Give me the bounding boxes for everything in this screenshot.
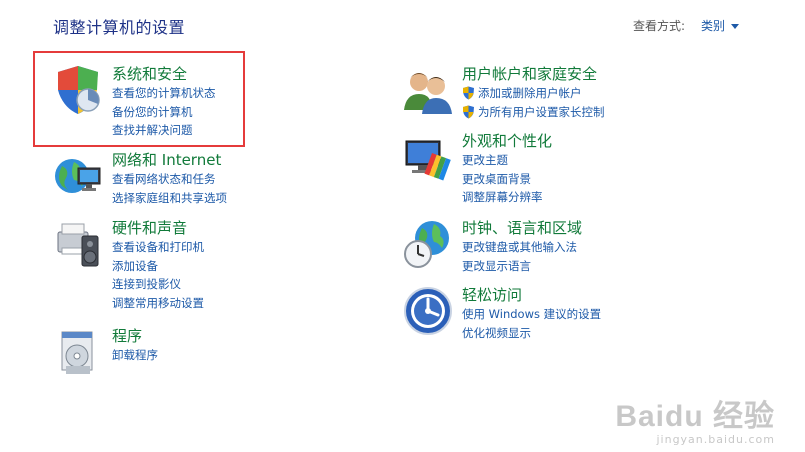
category-title[interactable]: 网络和 Internet: [112, 150, 227, 170]
category-title[interactable]: 时钟、语言和区域: [462, 218, 582, 238]
category-title[interactable]: 硬件和声音: [112, 218, 204, 238]
category-programs: 程序 卸载程序: [52, 326, 158, 378]
link-change-keyboard[interactable]: 更改键盘或其他输入法: [462, 238, 582, 257]
category-title[interactable]: 程序: [112, 326, 158, 346]
link-add-remove-user-accounts[interactable]: 添加或删除用户帐户: [462, 84, 605, 103]
link-windows-recommended-settings[interactable]: 使用 Windows 建议的设置: [462, 305, 601, 324]
category-network-internet: 网络和 Internet 查看网络状态和任务 选择家庭组和共享选项: [52, 150, 227, 207]
ease-of-access-icon: [404, 287, 452, 335]
category-appearance: 外观和个性化 更改主题 更改桌面背景 调整屏幕分辨率: [402, 131, 552, 207]
highlight-box: [33, 51, 245, 147]
link-change-theme[interactable]: 更改主题: [462, 151, 552, 170]
clock-language-icon: [404, 221, 449, 268]
link-mobility-settings[interactable]: 调整常用移动设置: [112, 294, 204, 313]
appearance-icon: [405, 140, 451, 181]
watermark: Baidu 经验 jingyan.baidu.com: [615, 391, 775, 446]
link-add-device[interactable]: 添加设备: [112, 257, 204, 276]
link-adjust-resolution[interactable]: 调整屏幕分辨率: [462, 188, 552, 207]
view-by-label: 查看方式:: [632, 19, 685, 33]
category-title[interactable]: 外观和个性化: [462, 131, 552, 151]
link-optimize-video-display[interactable]: 优化视频显示: [462, 324, 601, 343]
category-hardware-sound: 硬件和声音 查看设备和打印机 添加设备 连接到投影仪 调整常用移动设置: [52, 218, 204, 312]
link-view-network-status[interactable]: 查看网络状态和任务: [112, 170, 227, 189]
uac-shield-icon: [463, 105, 474, 119]
programs-icon: [61, 331, 93, 374]
category-title[interactable]: 轻松访问: [462, 285, 601, 305]
link-connect-projector[interactable]: 连接到投影仪: [112, 275, 204, 294]
link-uninstall-program[interactable]: 卸载程序: [112, 346, 158, 365]
category-user-accounts: 用户帐户和家庭安全 添加或删除用户帐户 为所有用户设置家长控制: [402, 64, 605, 121]
link-devices-printers[interactable]: 查看设备和打印机: [112, 238, 204, 257]
link-parental-controls[interactable]: 为所有用户设置家长控制: [462, 103, 605, 122]
view-by: 查看方式: 类别: [633, 17, 739, 34]
link-change-display-language[interactable]: 更改显示语言: [462, 257, 582, 276]
view-by-dropdown[interactable]: 类别: [701, 17, 739, 34]
hardware-sound-icon: [57, 223, 99, 267]
category-ease-of-access: 轻松访问 使用 Windows 建议的设置 优化视频显示: [402, 285, 601, 342]
page-title: 调整计算机的设置: [53, 18, 186, 37]
link-change-desktop-background[interactable]: 更改桌面背景: [462, 170, 552, 189]
network-internet-icon: [55, 159, 101, 193]
uac-shield-icon: [463, 86, 474, 100]
link-homegroup-sharing[interactable]: 选择家庭组和共享选项: [112, 189, 227, 208]
watermark-main: Baidu 经验: [615, 400, 775, 433]
category-clock-language: 时钟、语言和区域 更改键盘或其他输入法 更改显示语言: [402, 218, 582, 275]
user-accounts-icon: [404, 73, 452, 114]
view-by-value: 类别: [700, 19, 725, 33]
chevron-down-icon: [731, 23, 739, 29]
category-title[interactable]: 用户帐户和家庭安全: [462, 64, 605, 84]
